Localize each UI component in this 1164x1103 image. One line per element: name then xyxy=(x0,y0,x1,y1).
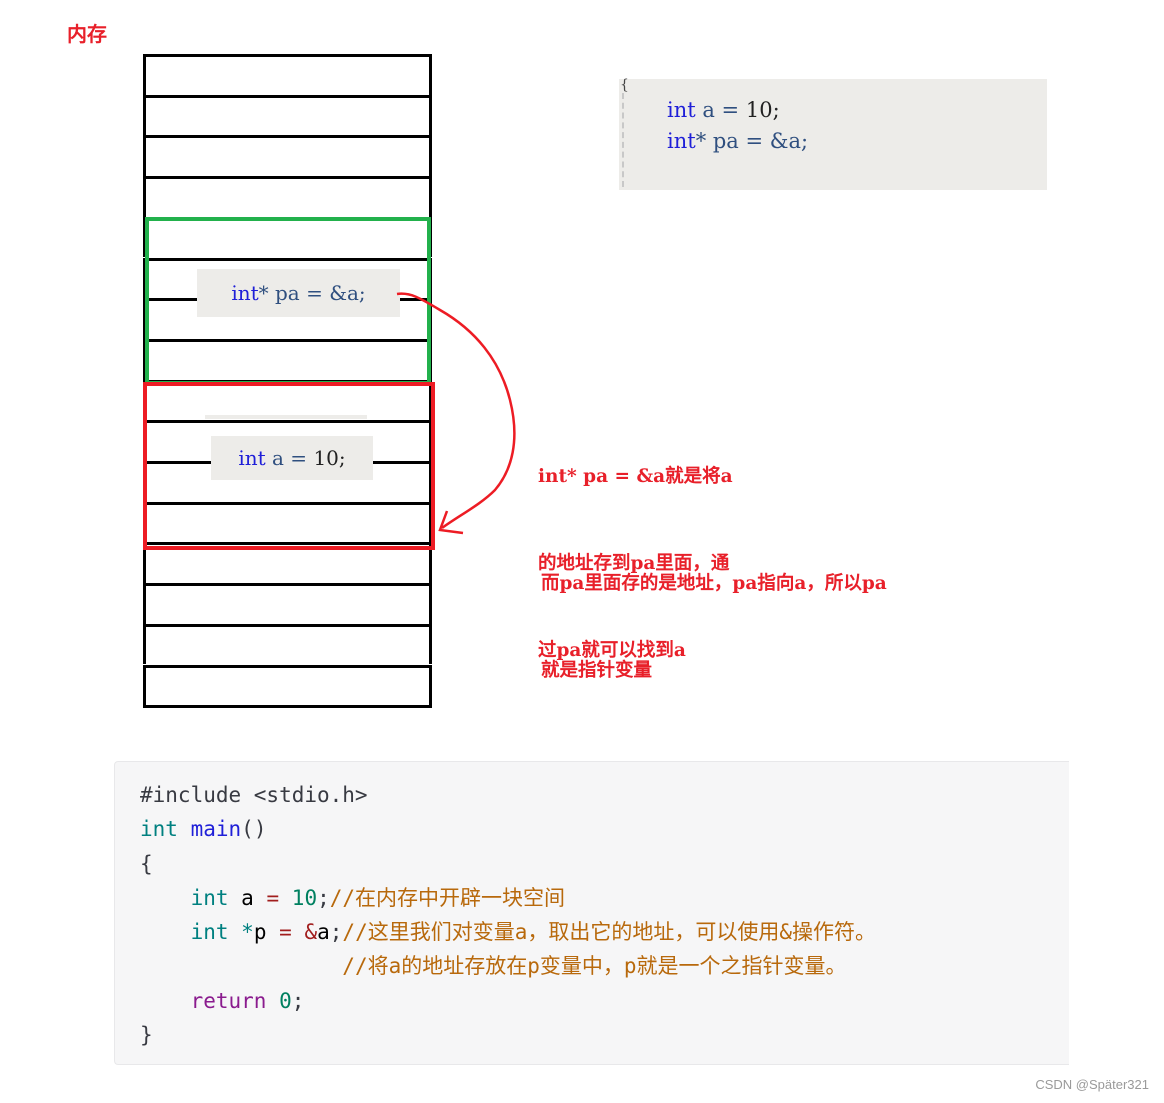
code-snippet: { int a = 10; int* pa = &a; xyxy=(619,77,1047,190)
code-text: () xyxy=(241,817,267,842)
pointer-definition-note: 而pa里面存的是地址，pa指向a，所以pa 就是指针变量 xyxy=(541,511,887,714)
value-declaration-chip: int a = 10; xyxy=(211,436,373,480)
code-text: * pa = &a; xyxy=(695,129,809,153)
snippet-line: int a = 10; xyxy=(667,98,780,122)
code-text: a = xyxy=(695,98,746,122)
memory-cell xyxy=(143,176,432,217)
operator: & xyxy=(304,920,318,945)
number-literal: 10 xyxy=(313,446,339,470)
operator: * xyxy=(241,920,254,945)
variable: p xyxy=(253,920,267,945)
memory-cell xyxy=(143,94,432,136)
memory-cell xyxy=(143,583,432,624)
open-brace: { xyxy=(620,77,629,93)
code-text: a = xyxy=(265,446,314,470)
open-brace: { xyxy=(140,851,153,876)
comment: //将a的地址存放在p变量中，p就是一个之指针变量。 xyxy=(342,954,847,979)
note-line: 而pa里面存的是地址，pa指向a，所以pa xyxy=(541,573,887,594)
operator: = xyxy=(279,920,292,945)
comment: //这里我们对变量a，取出它的地址，可以使用&操作符。 xyxy=(342,920,876,945)
code-block[interactable]: #include <stdio.h> int main() { int a = … xyxy=(114,761,1069,1065)
keyword: int xyxy=(231,281,259,305)
operator: = xyxy=(266,885,280,910)
memory-cell xyxy=(143,623,432,665)
number-literal: 10 xyxy=(745,98,773,122)
chip-remnant xyxy=(205,415,367,419)
semicolon: ; xyxy=(317,885,330,910)
close-brace: } xyxy=(140,1023,153,1048)
keyword: int xyxy=(190,920,229,945)
keyword: return xyxy=(190,988,267,1013)
include-line: #include <stdio.h> xyxy=(140,783,368,807)
semicolon: ; xyxy=(338,446,346,470)
memory-title: 内存 xyxy=(67,22,107,46)
number-literal: 10 xyxy=(291,885,318,910)
indent-guide xyxy=(622,93,624,187)
function-name: main xyxy=(190,817,242,842)
memory-cell xyxy=(143,135,432,177)
keyword: int xyxy=(667,129,696,153)
note-line: 就是指针变量 xyxy=(541,660,653,681)
watermark: CSDN @Später321 xyxy=(1035,1077,1149,1092)
note-line: int* pa = &a就是将a xyxy=(538,466,733,487)
snippet-line: int* pa = &a; xyxy=(667,129,808,153)
semicolon: ; xyxy=(291,988,305,1013)
variable: a xyxy=(317,920,330,945)
keyword: int xyxy=(190,885,229,910)
code-text: * pa = &a; xyxy=(258,281,366,305)
keyword: int xyxy=(140,817,178,842)
variable: a xyxy=(241,885,254,910)
number-literal: 0 xyxy=(279,988,292,1013)
memory-cell xyxy=(143,54,432,95)
keyword: int xyxy=(667,98,696,122)
memory-cell xyxy=(143,664,432,709)
arrow-head-icon xyxy=(438,510,464,535)
code-listing: #include <stdio.h> int main() { int a = … xyxy=(140,778,876,1052)
comment: //在内存中开辟一块空间 xyxy=(329,885,566,910)
keyword: int xyxy=(238,446,266,470)
pointer-declaration-chip: int * pa = &a; xyxy=(197,269,400,317)
semicolon: ; xyxy=(772,98,780,122)
semicolon: ; xyxy=(329,920,343,945)
